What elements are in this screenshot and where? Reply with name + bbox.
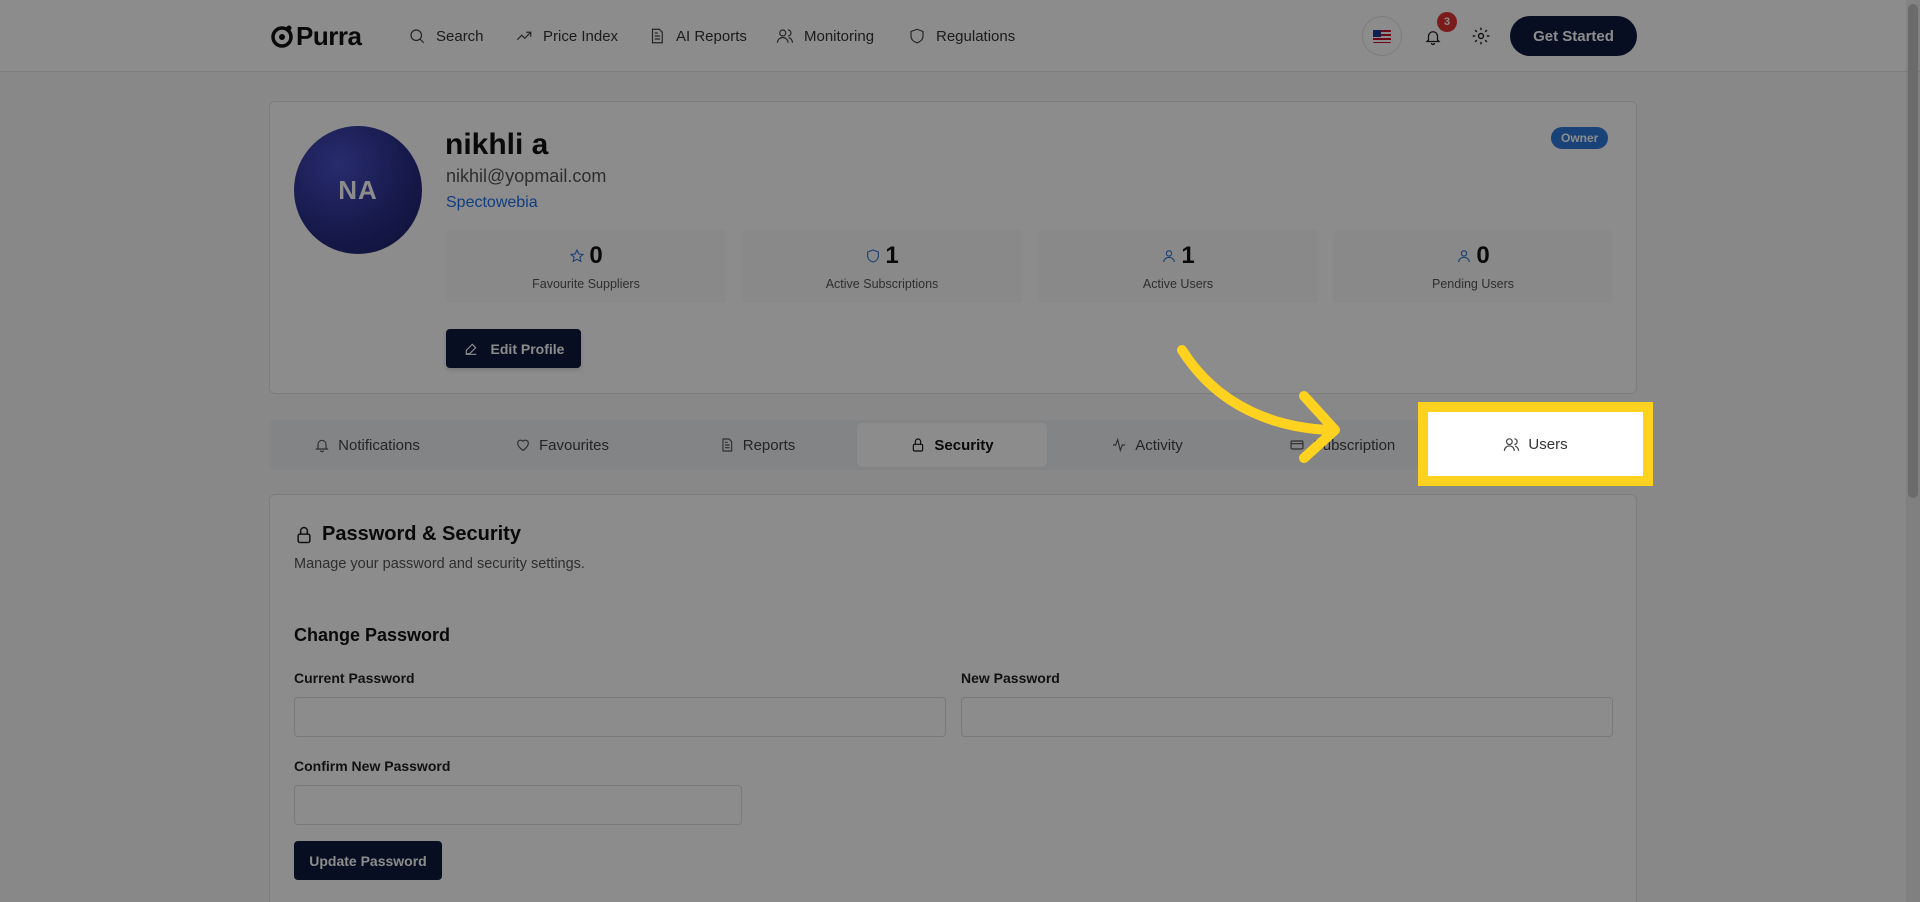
tab-label: Reports	[742, 436, 796, 454]
security-title-text: Password & Security	[322, 523, 521, 545]
stat-label: Pending Users	[1432, 277, 1514, 291]
tab-label: Favourites	[538, 436, 610, 454]
stat-value: 1	[1181, 242, 1195, 269]
users-icon	[776, 29, 794, 43]
stat-active-subscriptions: 1 Active Subscriptions	[742, 230, 1022, 303]
trend-up-icon	[516, 31, 532, 41]
edit-icon	[465, 343, 477, 355]
lock-icon	[913, 438, 924, 452]
bell-icon	[1425, 31, 1441, 46]
tab-favourites[interactable]: Favourites	[467, 423, 657, 467]
nav-regulations-label: Regulations	[936, 27, 1016, 45]
logo-mark-icon	[271, 25, 293, 48]
nav-search[interactable]: Search	[408, 24, 484, 48]
users-icon	[1504, 437, 1520, 451]
edit-profile-label: Edit Profile	[490, 340, 565, 357]
tab-label: Notifications	[338, 436, 420, 454]
heart-icon	[517, 439, 529, 452]
settings-button[interactable]	[1471, 26, 1493, 48]
edit-profile-button[interactable]: Edit Profile	[446, 329, 581, 368]
profile-email: nikhil@yopmail.com	[446, 166, 607, 186]
us-flag-icon	[1373, 29, 1391, 43]
tab-label: Users	[1528, 435, 1568, 453]
tab-reports[interactable]: Reports	[662, 423, 852, 467]
avatar: NA	[294, 126, 422, 254]
shield-icon	[867, 249, 880, 263]
nav-ai-reports-label: AI Reports	[676, 27, 747, 45]
shield-icon	[910, 28, 924, 44]
role-badge: Owner	[1551, 127, 1609, 149]
new-password-field[interactable]	[961, 697, 1613, 737]
stat-value: 0	[1476, 242, 1490, 269]
tab-users[interactable]: Users	[1428, 412, 1643, 476]
brand-logo[interactable]: Purra	[270, 20, 362, 52]
brand-name: Purra	[296, 20, 362, 51]
current-password-label: Current Password	[294, 670, 415, 686]
stat-label: Favourite Suppliers	[532, 277, 640, 291]
change-password-heading: Change Password	[294, 625, 451, 645]
stat-value: 1	[885, 242, 899, 269]
gear-icon	[1472, 27, 1490, 45]
nav-price-index[interactable]: Price Index	[515, 24, 618, 48]
bell-icon	[315, 439, 329, 453]
update-password-button[interactable]: Update Password	[294, 841, 442, 880]
current-password-field[interactable]	[294, 697, 946, 737]
star-icon	[570, 248, 585, 263]
nav-ai-reports[interactable]: AI Reports	[648, 24, 747, 48]
scrollbar-thumb[interactable]	[1908, 4, 1918, 498]
search-icon	[410, 29, 425, 44]
stat-label: Active Subscriptions	[825, 277, 939, 291]
activity-icon	[1113, 437, 1126, 453]
confirm-password-field[interactable]	[294, 785, 742, 825]
profile-name: nikhli a	[445, 128, 549, 161]
language-selector[interactable]	[1362, 16, 1402, 56]
nav-price-index-label: Price Index	[543, 27, 619, 45]
stat-favourite-suppliers: 0 Favourite Suppliers	[446, 230, 726, 303]
document-icon	[722, 438, 732, 452]
notification-count-badge: 3	[1437, 12, 1457, 32]
user-icon	[1163, 250, 1176, 263]
tab-label: Security	[934, 436, 994, 454]
nav-monitoring-label: Monitoring	[804, 27, 875, 45]
tab-notifications[interactable]: Notifications	[272, 423, 462, 467]
nav-search-label: Search	[436, 27, 484, 45]
nav-regulations[interactable]: Regulations	[908, 24, 1015, 48]
nav-monitoring[interactable]: Monitoring	[776, 24, 874, 48]
security-card: Password & Security Manage your password…	[269, 494, 1637, 902]
new-password-label: New Password	[961, 670, 1060, 686]
lock-icon	[297, 526, 311, 543]
top-navbar: Purra Search Price Index AI Reports Moni…	[0, 0, 1920, 72]
get-started-button[interactable]: Get Started	[1510, 16, 1637, 56]
stat-active-users: 1 Active Users	[1038, 230, 1318, 303]
document-icon	[651, 28, 663, 44]
security-title: Password & Security	[294, 523, 521, 546]
profile-company-link[interactable]: Spectowebia	[446, 194, 538, 212]
stat-pending-users: 0 Pending Users	[1333, 230, 1613, 303]
security-description: Manage your password and security settin…	[294, 556, 585, 572]
stat-value: 0	[589, 242, 603, 269]
user-icon	[1458, 250, 1471, 263]
stat-label: Active Users	[1142, 277, 1214, 291]
tab-security[interactable]: Security	[857, 423, 1047, 467]
confirm-password-label: Confirm New Password	[294, 758, 451, 774]
pointer-arrow-icon	[1177, 345, 1340, 463]
